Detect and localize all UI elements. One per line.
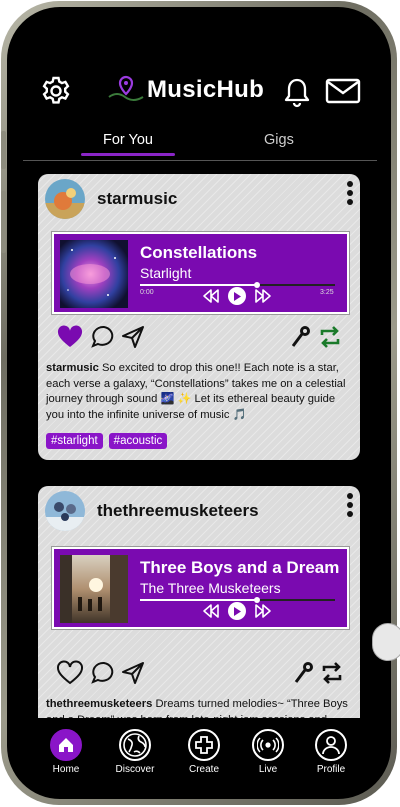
comment-icon[interactable] — [91, 324, 117, 350]
music-player: Three Boys and a Dream The Three Muskete… — [52, 547, 349, 629]
post-caption: starmusic So excited to drop this one!! … — [46, 361, 356, 423]
plus-icon — [188, 729, 220, 761]
progress-fill — [140, 284, 257, 286]
heart-icon[interactable] — [57, 324, 83, 350]
app-title: MusicHub — [147, 76, 265, 103]
post-username[interactable]: starmusic — [97, 189, 177, 209]
nav-live[interactable]: Live — [238, 729, 298, 775]
track-artist: The Three Musketeers — [140, 580, 281, 596]
hashtag[interactable]: #acoustic — [108, 433, 168, 449]
settings-gear-icon[interactable] — [40, 75, 72, 107]
comment-icon[interactable] — [91, 660, 117, 686]
album-cover[interactable] — [60, 240, 128, 308]
track-title: Constellations — [140, 243, 258, 262]
repost-icon[interactable] — [317, 324, 343, 350]
nav-label: Home — [52, 764, 80, 775]
playback-controls — [202, 602, 272, 620]
post-actions — [38, 324, 360, 352]
avatar[interactable] — [45, 179, 85, 219]
nav-home[interactable]: Home — [36, 729, 96, 775]
time-total: 3:25 — [320, 289, 334, 296]
fast-forward-icon[interactable] — [254, 603, 272, 619]
share-send-icon[interactable] — [120, 660, 146, 686]
logo-pin-icon — [108, 75, 144, 101]
nav-profile[interactable]: Profile — [301, 729, 361, 775]
post-tags: #starlight #acoustic — [46, 433, 168, 449]
post-actions — [38, 660, 360, 688]
microphone-icon[interactable] — [290, 660, 316, 686]
tab-divider — [23, 160, 377, 161]
track-title: Three Boys and a Dream — [140, 558, 340, 577]
fast-forward-icon[interactable] — [254, 288, 272, 304]
app-screen: MusicHub For You Gigs starmusic Constell… — [17, 18, 383, 790]
time-current: 0:00 — [140, 289, 154, 296]
caption-username[interactable]: starmusic — [46, 362, 99, 374]
more-options-icon[interactable] — [346, 181, 354, 211]
album-cover[interactable] — [60, 555, 128, 623]
home-icon — [50, 729, 82, 761]
playback-controls — [202, 287, 272, 305]
nav-label: Create — [188, 764, 219, 775]
repost-icon[interactable] — [319, 660, 345, 686]
track-artist: Starlight — [140, 265, 192, 281]
hashtag[interactable]: #starlight — [46, 433, 103, 449]
assistive-touch-button[interactable] — [372, 623, 400, 661]
notifications-bell-icon[interactable] — [282, 76, 312, 108]
play-button[interactable] — [228, 602, 246, 620]
tab-for-you[interactable]: For You — [103, 132, 153, 148]
nav-discover[interactable]: Discover — [105, 729, 165, 775]
caption-username[interactable]: thethreemusketeers — [46, 698, 152, 710]
rewind-icon[interactable] — [202, 603, 220, 619]
person-icon — [315, 729, 347, 761]
active-tab-indicator — [81, 153, 175, 156]
play-icon — [234, 291, 241, 301]
progress-bar[interactable] — [140, 597, 335, 603]
share-send-icon[interactable] — [120, 324, 146, 350]
more-options-icon[interactable] — [346, 493, 354, 523]
heart-icon[interactable] — [57, 660, 83, 686]
tab-gigs[interactable]: Gigs — [264, 132, 294, 148]
messages-mail-icon[interactable] — [325, 78, 361, 104]
rewind-icon[interactable] — [202, 288, 220, 304]
broadcast-icon — [252, 729, 284, 761]
play-button[interactable] — [228, 287, 246, 305]
play-icon — [234, 606, 241, 616]
phone-volume-button — [1, 191, 6, 253]
nav-label: Profile — [316, 764, 346, 775]
post-username[interactable]: thethreemusketeers — [97, 501, 259, 521]
bottom-navigation: Home Discover Create Live Profile — [17, 718, 383, 790]
nav-create[interactable]: Create — [174, 729, 234, 775]
progress-bar[interactable] — [140, 282, 335, 288]
phone-side-button — [1, 131, 6, 169]
nav-label: Discover — [115, 764, 155, 775]
globe-icon — [119, 729, 151, 761]
feed-post: starmusic Constellations Starlight 0:00 … — [38, 174, 360, 460]
app-logo: MusicHub — [107, 72, 264, 108]
nav-label: Live — [258, 764, 278, 775]
avatar[interactable] — [45, 491, 85, 531]
microphone-icon[interactable] — [287, 324, 313, 350]
progress-fill — [140, 599, 257, 601]
music-player: Constellations Starlight 0:00 3:25 — [52, 232, 349, 314]
